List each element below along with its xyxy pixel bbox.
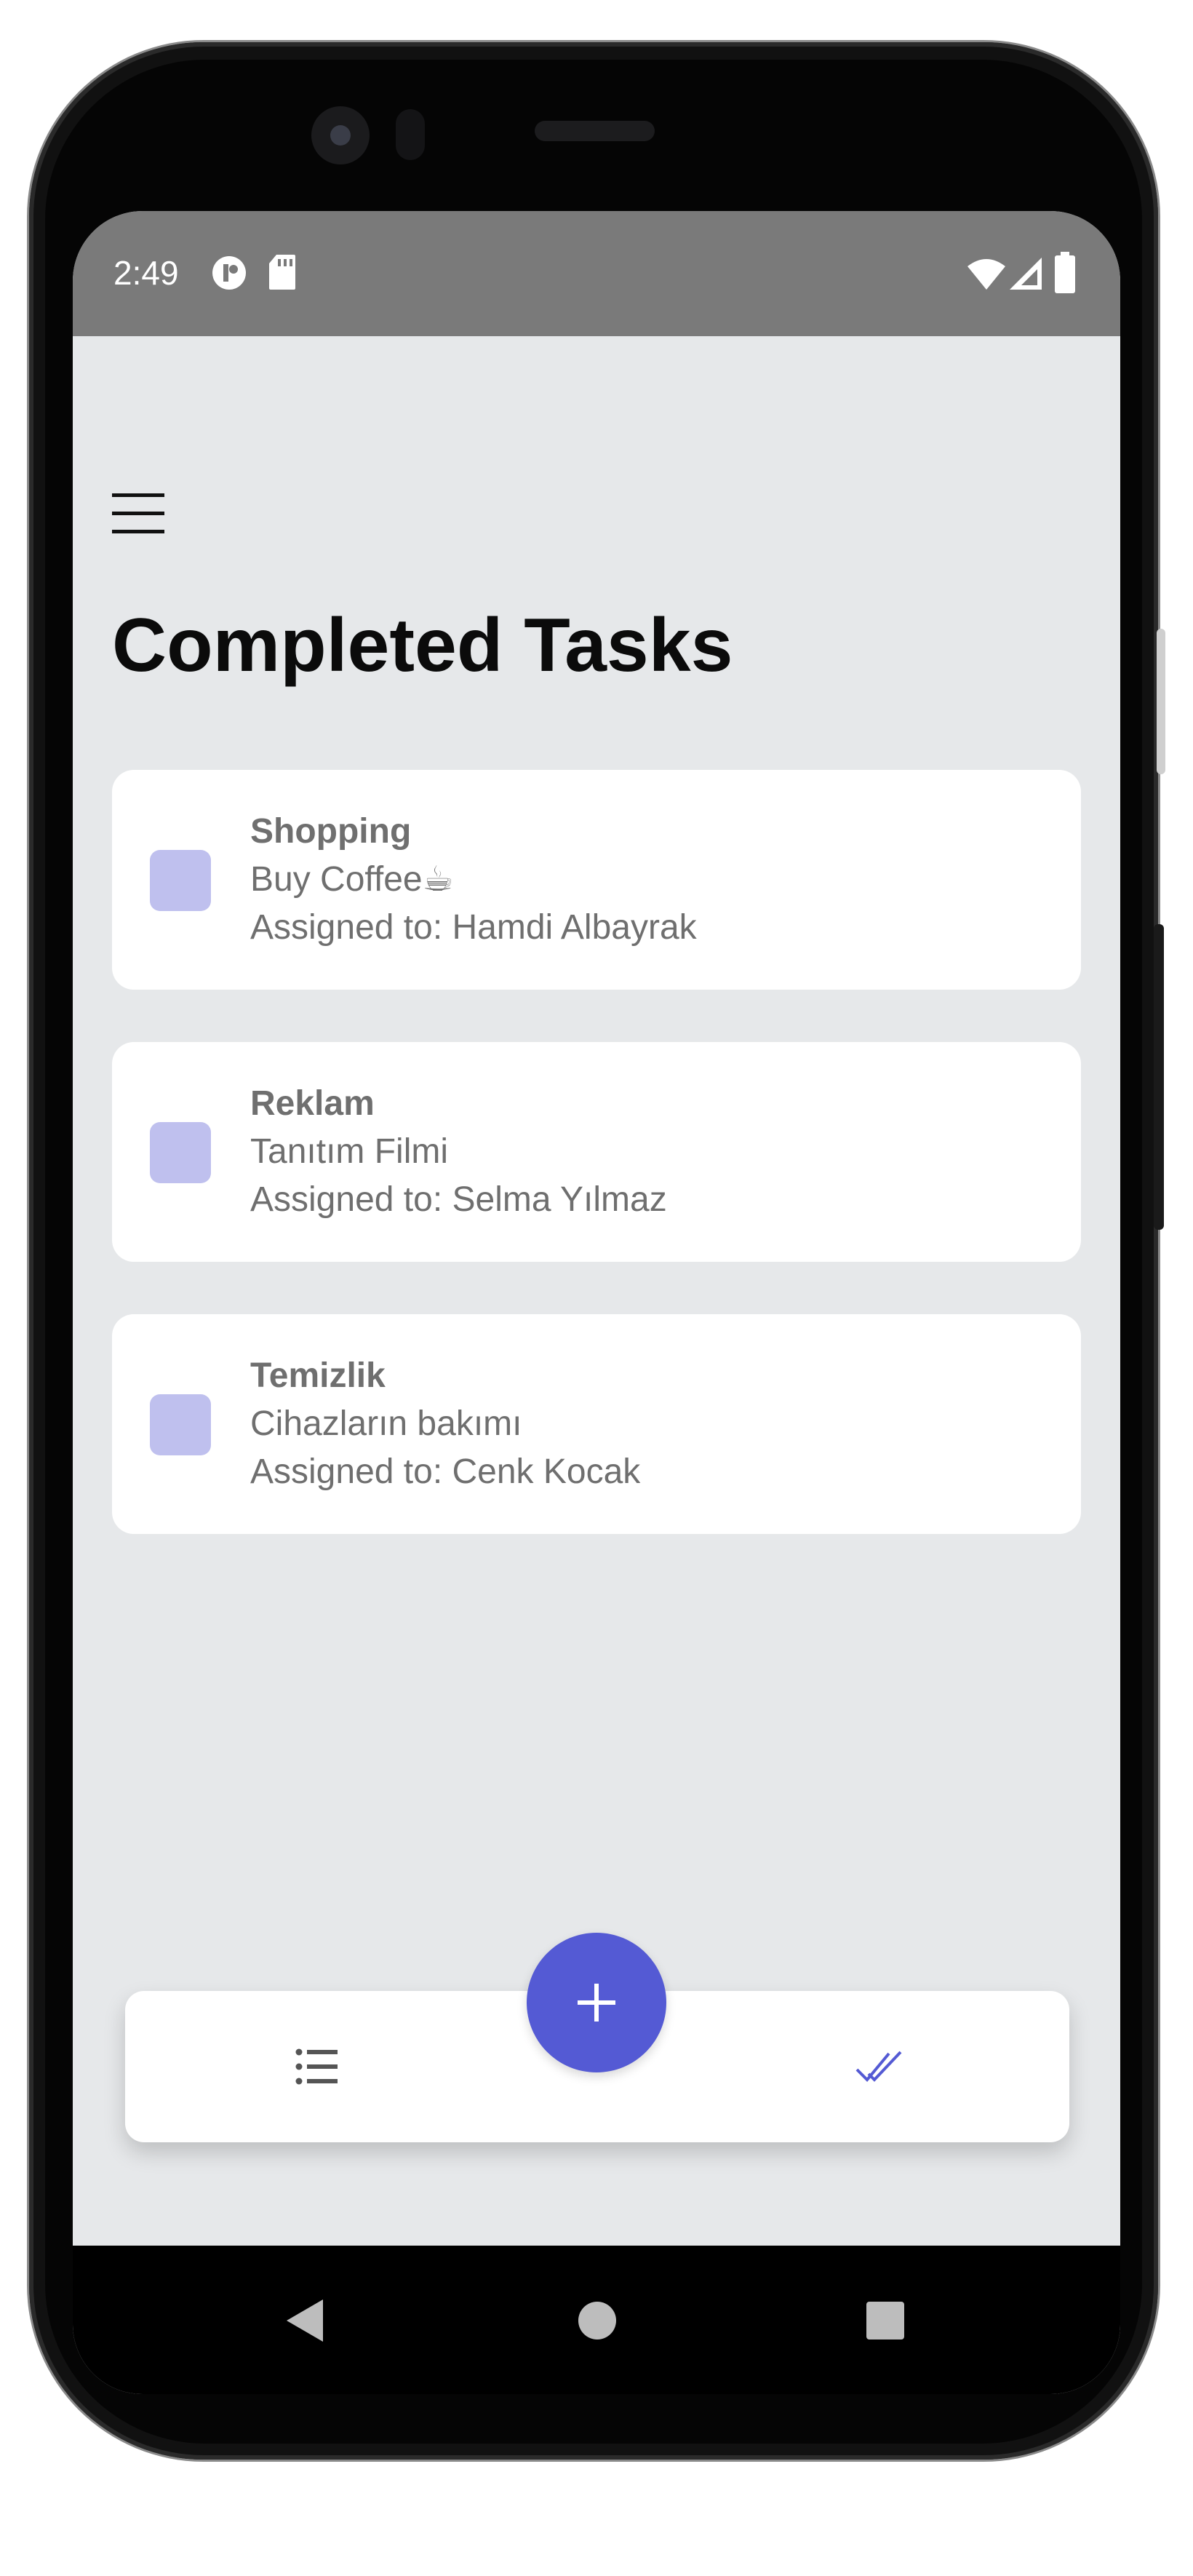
task-title: Buy Coffee☕ [250, 860, 454, 899]
task-card[interactable]: Shopping Buy Coffee☕ Assigned to: Hamdi … [112, 770, 1081, 990]
earpiece-speaker [535, 121, 655, 141]
task-text: Temizlik Cihazların bakımı Assigned to: … [250, 1352, 640, 1496]
task-assignee: Assigned to: Selma Yılmaz [250, 1180, 667, 1219]
proximity-sensor [396, 109, 425, 160]
task-text: Shopping Buy Coffee☕ Assigned to: Hamdi … [250, 808, 697, 952]
add-task-button[interactable] [527, 1933, 666, 2072]
page-title: Completed Tasks [112, 603, 733, 688]
task-category: Shopping [250, 812, 412, 851]
task-checkbox[interactable] [150, 1122, 211, 1183]
task-title: Cihazların bakımı [250, 1404, 522, 1443]
back-icon[interactable] [284, 2298, 324, 2343]
status-time: 2:49 [113, 254, 179, 292]
screen: 2:49 Completed Tasks Shopping Buy Coffee… [73, 211, 1120, 2394]
menu-icon[interactable] [112, 493, 164, 534]
list-icon[interactable] [295, 2048, 339, 2086]
front-camera [311, 106, 370, 164]
task-text: Reklam Tanıtım Filmi Assigned to: Selma … [250, 1080, 667, 1224]
status-bar: 2:49 [73, 211, 1120, 336]
task-checkbox[interactable] [150, 1394, 211, 1455]
notification-app-icon [212, 256, 246, 290]
task-category: Temizlik [250, 1356, 386, 1395]
task-category: Reklam [250, 1084, 375, 1123]
plus-icon [578, 1984, 615, 2022]
task-card[interactable]: Temizlik Cihazların bakımı Assigned to: … [112, 1314, 1081, 1534]
sd-card-icon [269, 255, 295, 290]
battery-icon [1055, 252, 1075, 293]
power-button [1157, 629, 1165, 774]
volume-button [1154, 924, 1164, 1230]
task-assignee: Assigned to: Cenk Kocak [250, 1452, 641, 1491]
recents-icon[interactable] [866, 2301, 905, 2340]
task-checkbox[interactable] [150, 850, 211, 911]
wifi-icon [967, 259, 1005, 290]
double-check-icon[interactable] [855, 2049, 903, 2084]
home-icon[interactable] [578, 2301, 617, 2340]
signal-icon [1010, 258, 1042, 290]
task-card[interactable]: Reklam Tanıtım Filmi Assigned to: Selma … [112, 1042, 1081, 1262]
task-assignee: Assigned to: Hamdi Albayrak [250, 908, 697, 947]
task-title: Tanıtım Filmi [250, 1132, 449, 1171]
system-navigation-bar [73, 2246, 1120, 2394]
